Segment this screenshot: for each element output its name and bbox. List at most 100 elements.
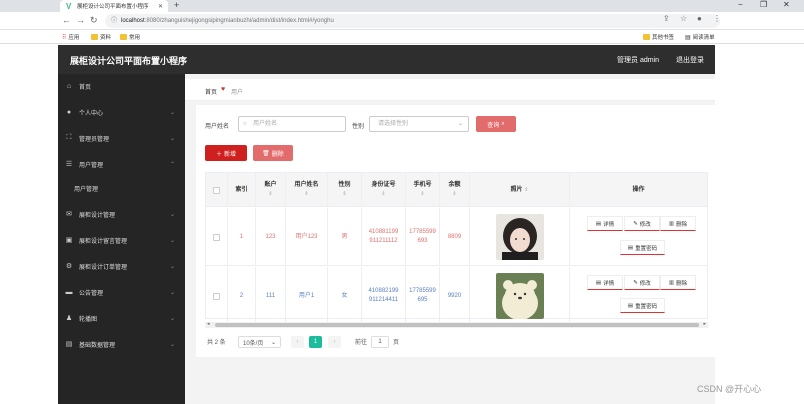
gender-select[interactable]: 请选择性别 ⌄: [369, 116, 469, 132]
breadcrumb: 首页 ♥ 用户: [185, 79, 715, 101]
sidebar-item-profile[interactable]: ● 个人中心 ⌄: [58, 100, 185, 124]
horizontal-scrollbar[interactable]: ◂ ▸: [205, 321, 708, 328]
sidebar-item-carousel[interactable]: ♟ 轮播图 ⌄: [58, 306, 185, 330]
row-checkbox[interactable]: [206, 267, 228, 325]
add-button[interactable]: ＋ 新增: [205, 145, 247, 161]
browser-tab[interactable]: V 展柜设计公司平面布置小程序 ✕: [60, 0, 168, 12]
url-field[interactable]: ⓘ localhost:8080/zhanguishejigongsipingm…: [105, 14, 720, 28]
comment-icon: ▣: [65, 237, 73, 244]
sidebar-item-home[interactable]: ⌂ 首页: [58, 74, 185, 98]
delete-button[interactable]: ▥ 删除: [660, 275, 696, 290]
delete-button[interactable]: ▥ 删除: [660, 216, 696, 231]
reset-password-button[interactable]: ▤ 重置密码: [620, 240, 665, 255]
new-tab-button[interactable]: +: [174, 0, 179, 10]
list-icon: ☰: [65, 161, 73, 168]
search-icon: ○: [243, 121, 247, 127]
bookmark-other[interactable]: 其他书签: [643, 33, 674, 41]
user-photo: [495, 273, 544, 319]
cell-account: 111: [256, 267, 286, 325]
reload-icon[interactable]: ↻: [90, 15, 98, 26]
chevron-down-icon: ⌄: [270, 339, 276, 346]
header-idcard[interactable]: 身份证号 ⇕: [362, 173, 406, 207]
scroll-left-icon[interactable]: ◂: [207, 321, 210, 327]
admin-label: 管理员 admin: [617, 57, 660, 64]
chevron-down-icon: ⌄: [169, 263, 175, 270]
home-icon: ⌂: [66, 82, 72, 90]
heart-icon: ♥: [221, 86, 226, 93]
cell-gender: 男: [328, 208, 362, 266]
cell-index: 2: [228, 267, 256, 325]
maximize-icon[interactable]: ❐: [760, 0, 767, 9]
header-account[interactable]: 账户 ⇕: [256, 173, 286, 207]
row-checkbox[interactable]: [206, 208, 228, 266]
bookmark-apps[interactable]: ⠿ 应用: [62, 33, 79, 42]
detail-button[interactable]: ▤ 详情: [587, 275, 623, 290]
edit-icon: ✎: [633, 220, 638, 227]
pagination-total: 共 2 条: [207, 340, 226, 346]
scroll-right-icon[interactable]: ▸: [703, 321, 706, 327]
sidebar-item-comments[interactable]: ▣ 展柜设计留言管理 ⌄: [58, 228, 185, 252]
edit-button[interactable]: ✎ 修改: [624, 275, 660, 290]
bookmark-folder[interactable]: 资料: [91, 33, 111, 41]
chevron-down-icon: ⌄: [169, 109, 175, 116]
menu-icon[interactable]: ⋮: [713, 14, 721, 23]
search-button[interactable]: 查询 ⌕: [476, 116, 516, 132]
scrollbar-thumb[interactable]: [215, 323, 699, 327]
header-gender[interactable]: 性别 ⇕: [328, 173, 362, 207]
prev-page-button[interactable]: ‹: [291, 336, 304, 348]
vue-logo-icon: V: [66, 1, 72, 11]
header-name[interactable]: 用户姓名 ⇕: [286, 173, 328, 207]
reset-icon: ▤: [627, 302, 634, 309]
plus-icon: ＋: [215, 151, 222, 158]
app-header: 展柜设计公司平面布置小程序 管理员 admin 退出登录: [58, 45, 715, 74]
breadcrumb-home[interactable]: 首页: [205, 87, 217, 96]
cell-idcard: 410882199911214411: [362, 267, 406, 325]
close-tab-icon[interactable]: ✕: [158, 3, 163, 10]
edit-button[interactable]: ✎ 修改: [624, 216, 660, 231]
page-button-current[interactable]: 1: [309, 336, 322, 348]
page-size-select[interactable]: 10条/页 ⌄: [238, 336, 281, 348]
logout-link[interactable]: 退出登录: [676, 55, 704, 65]
bookmark-folder[interactable]: 常用: [120, 33, 140, 41]
cell-idcard: 410881199911211112: [362, 208, 406, 266]
profile-icon[interactable]: ●: [697, 14, 702, 23]
share-icon[interactable]: ⇪: [663, 14, 670, 23]
user-icon: ●: [66, 108, 72, 116]
star-icon[interactable]: ☆: [680, 14, 687, 23]
forward-icon[interactable]: →: [76, 15, 85, 25]
address-bar: ← → ↻ ⓘ localhost:8080/zhanguishejigongs…: [0, 12, 804, 30]
sidebar-item-admins[interactable]: ⛶ 管理员管理 ⌄: [58, 126, 185, 150]
name-search-input[interactable]: ○ 用户姓名: [238, 116, 346, 132]
gender-filter-label: 性别: [352, 124, 365, 130]
batch-delete-button[interactable]: 🗑 删除: [253, 145, 293, 161]
sidebar-item-orders[interactable]: ⚙ 展柜设计订单管理 ⌄: [58, 254, 185, 278]
detail-button[interactable]: ▤ 详情: [587, 216, 623, 231]
document-icon: ▤: [595, 279, 602, 286]
reading-list[interactable]: ▤ 阅读清单: [685, 33, 715, 42]
document-icon: ▤: [595, 220, 602, 227]
checkbox[interactable]: [213, 186, 220, 194]
chevron-down-icon: ⌄: [169, 289, 175, 296]
sidebar-item-users[interactable]: ☰ 用户管理 ⌃: [58, 152, 185, 176]
sidebar-item-notices[interactable]: ▬ 公告管理 ⌄: [58, 280, 185, 304]
back-icon[interactable]: ←: [62, 15, 71, 25]
sidebar: ⌂ 首页 ● 个人中心 ⌄ ⛶ 管理员管理 ⌄ ☰ 用户管理 ⌃ 用户管理 ✉ …: [58, 74, 185, 404]
sidebar-item-basedata[interactable]: ▤ 基础数据管理 ⌄: [58, 332, 185, 356]
cell-name: 用户1: [286, 267, 328, 325]
header-balance[interactable]: 余额 ⇕: [440, 173, 470, 207]
chevron-down-icon: ⌄: [169, 341, 175, 348]
edit-icon: ✎: [633, 279, 638, 286]
header-phone[interactable]: 手机号 ⇕: [406, 173, 440, 207]
minimize-icon[interactable]: −: [738, 0, 743, 9]
tab-title: 展柜设计公司平面布置小程序: [77, 4, 149, 10]
next-page-button[interactable]: ›: [328, 336, 341, 348]
header-photo[interactable]: 照片 ⇕: [470, 173, 570, 207]
sidebar-subitem-users[interactable]: 用户管理: [58, 176, 185, 200]
header-select-all[interactable]: [206, 173, 228, 207]
window-close-icon[interactable]: ✕: [783, 0, 790, 9]
goto-page-input[interactable]: 1: [371, 336, 389, 348]
reset-password-button[interactable]: ▤ 重置密码: [620, 298, 665, 313]
sidebar-item-showcase[interactable]: ✉ 展柜设计管理 ⌄: [58, 202, 185, 226]
reading-list-icon: ▤: [685, 34, 691, 41]
user-photo: [495, 214, 544, 260]
